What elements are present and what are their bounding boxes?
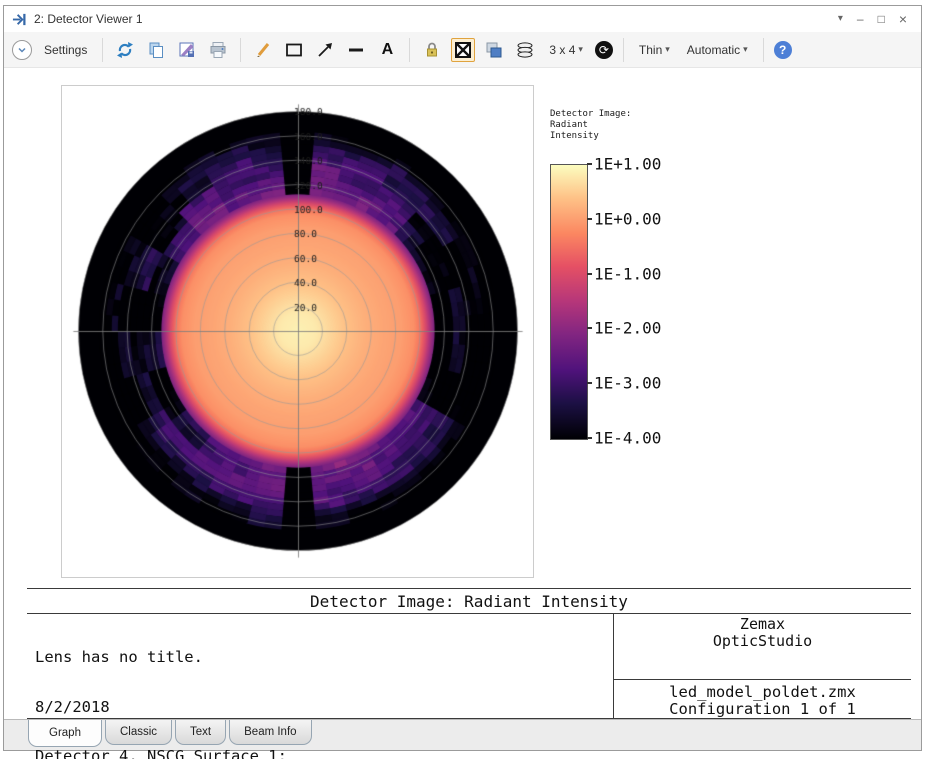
colorbar-labels: 1E+1.00 1E+0.00 1E-1.00 1E-2.00 1E-3.00 … — [594, 155, 684, 448]
polar-plot-area[interactable] — [61, 85, 534, 578]
toolbar: Settings A 3 x 4 ▾ ⟳ Thin ▾ Automatic ▾ ? — [4, 32, 921, 68]
tab-strip: Graph Classic Text Beam Info — [4, 719, 921, 750]
color-mode-dropdown[interactable]: Automatic ▾ — [682, 41, 753, 59]
refresh-button[interactable] — [113, 38, 137, 62]
branding-divider — [614, 679, 911, 680]
detector-viewer-window: 2: Detector Viewer 1 ▾ – □ × Settings A … — [3, 5, 922, 759]
window-title: 2: Detector Viewer 1 — [34, 12, 143, 26]
rotate-button[interactable]: ⟳ — [594, 40, 613, 59]
legend-title: Detector Image: Radiant Intensity — [550, 109, 632, 141]
toolbar-separator — [240, 37, 242, 62]
lock-button[interactable] — [420, 38, 444, 62]
colorbar-label: 1E-4.00 — [594, 428, 662, 448]
colorbar-label: 1E-1.00 — [594, 264, 662, 284]
window-menu-button[interactable]: ▾ — [838, 14, 843, 24]
colorbar-ticks — [587, 163, 593, 439]
info-panel: Lens has no title. 8/2/2018 Detector 4, … — [27, 613, 911, 759]
settings-button[interactable]: Settings — [39, 41, 92, 59]
print-button[interactable] — [206, 38, 230, 62]
detector-viewer-icon — [12, 12, 27, 27]
info-line: 8/2/2018 — [35, 697, 110, 716]
grid-size-dropdown[interactable]: 3 x 4 ▾ — [544, 41, 588, 59]
save-image-button[interactable] — [175, 38, 199, 62]
chevron-down-icon: ▾ — [665, 44, 670, 54]
fit-window-button[interactable] — [451, 37, 476, 62]
branding-panel: Zemax OpticStudio led_model_poldet.zmx C… — [614, 613, 911, 718]
line-annotation-button[interactable] — [344, 38, 368, 62]
arrow-annotation-button[interactable] — [313, 38, 337, 62]
copy-button[interactable] — [144, 38, 168, 62]
toolbar-separator — [622, 37, 624, 62]
help-button[interactable]: ? — [773, 40, 792, 59]
colorbar — [550, 164, 588, 440]
rectangle-annotation-button[interactable] — [282, 38, 306, 62]
chevron-down-icon: ▾ — [743, 44, 748, 54]
text-annotation-button[interactable]: A — [375, 38, 399, 62]
configuration-label: Configuration 1 of 1 — [669, 700, 856, 718]
brand-name: Zemax — [739, 615, 786, 633]
title-bar: 2: Detector Viewer 1 ▾ – □ × — [4, 6, 921, 33]
close-button[interactable]: × — [899, 12, 907, 26]
overlay-window-button[interactable] — [482, 38, 506, 62]
toolbar-separator — [102, 37, 104, 62]
tab-text[interactable]: Text — [175, 720, 227, 745]
brand-product: OpticStudio — [712, 632, 813, 650]
colorbar-label: 1E+1.00 — [594, 154, 662, 174]
toolbar-separator — [762, 37, 764, 62]
tab-beam-info[interactable]: Beam Info — [229, 720, 312, 745]
colorbar-label: 1E-2.00 — [594, 318, 662, 338]
tab-graph[interactable]: Graph — [28, 720, 102, 747]
toolbar-separator — [409, 37, 411, 62]
file-name: led_model_poldet.zmx — [669, 683, 856, 701]
minimize-button[interactable]: – — [857, 13, 864, 25]
settings-expander-icon[interactable] — [12, 39, 32, 60]
detector-image-canvas[interactable] — [62, 86, 533, 577]
colorbar-label: 1E-3.00 — [594, 373, 662, 393]
plot-title: Detector Image: Radiant Intensity — [27, 588, 911, 614]
line-thickness-dropdown[interactable]: Thin ▾ — [634, 41, 675, 59]
maximize-button[interactable]: □ — [878, 13, 885, 25]
tab-classic[interactable]: Classic — [104, 720, 173, 745]
stack-icon[interactable] — [513, 38, 537, 62]
info-line: Lens has no title. — [35, 648, 203, 666]
colorbar-label: 1E+0.00 — [594, 209, 662, 229]
chevron-down-icon: ▾ — [578, 44, 583, 54]
screen: 2: Detector Viewer 1 ▾ – □ × Settings A … — [0, 0, 926, 759]
pencil-annotation-button[interactable] — [251, 38, 275, 62]
